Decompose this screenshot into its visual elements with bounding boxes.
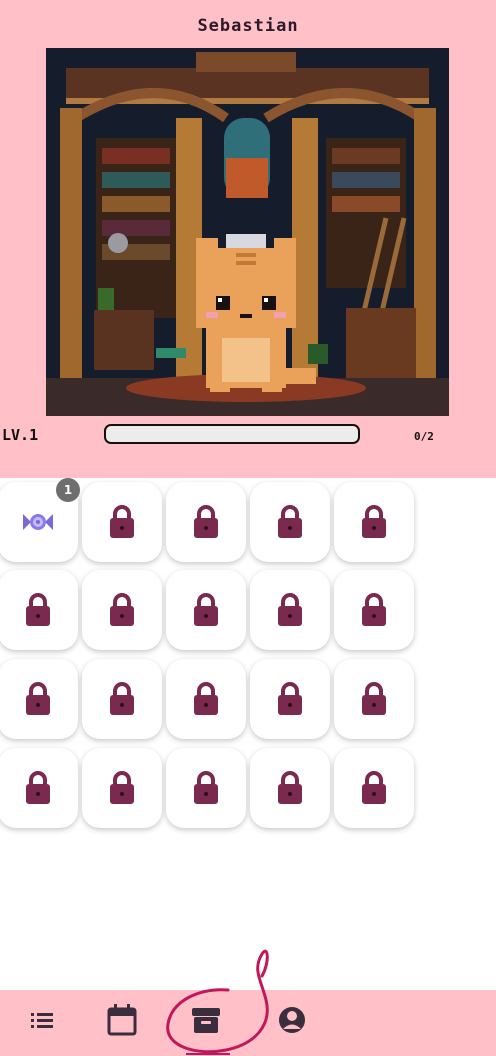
lock-icon [278,593,302,626]
locked-item-slot[interactable] [250,482,330,562]
locked-item-slot[interactable] [334,748,414,828]
locked-item-slot[interactable] [166,570,246,650]
locked-item-slot[interactable] [250,748,330,828]
lock-icon [110,505,134,538]
archive-box-icon [192,1008,220,1033]
locked-item-slot[interactable] [0,748,78,828]
locked-item-slot[interactable] [0,570,78,650]
lock-icon [362,682,386,715]
xp-count: 0/2 [414,430,434,443]
user-circle-icon [279,1007,305,1033]
locked-item-slot[interactable] [166,748,246,828]
lock-icon [362,771,386,804]
lock-icon [110,593,134,626]
lock-icon [194,505,218,538]
active-tab-indicator [186,1053,230,1055]
item-count-badge: 1 [56,478,80,502]
locked-item-slot[interactable] [250,570,330,650]
locked-item-slot[interactable] [166,482,246,562]
lock-icon [278,771,302,804]
locked-item-slot[interactable] [82,570,162,650]
pet-name: Sebastian [197,16,299,36]
locked-item-slot[interactable] [250,659,330,739]
locked-item-slot[interactable] [334,570,414,650]
lock-icon [362,505,386,538]
candy-icon [23,514,53,530]
list-icon [31,1013,53,1028]
locked-item-slot[interactable] [334,659,414,739]
item-slot-candy[interactable]: 1 [0,478,80,562]
nav-profile-button[interactable] [272,1000,312,1040]
calendar-icon [107,1004,137,1036]
level-label: LV.1 [2,426,39,444]
lock-icon [110,682,134,715]
bottom-nav [0,990,496,1056]
lock-icon [278,505,302,538]
xp-progress-bar [104,424,360,444]
locked-item-slot[interactable] [0,659,78,739]
lock-icon [278,682,302,715]
lock-icon [110,771,134,804]
nav-list-button[interactable] [22,1000,62,1040]
pet-panel: Sebastian LV.1 0/2 [0,0,496,478]
locked-item-slot[interactable] [82,482,162,562]
lock-icon [26,771,50,804]
locked-item-slot[interactable] [82,659,162,739]
lock-icon [362,593,386,626]
lock-icon [194,593,218,626]
lock-icon [26,593,50,626]
lock-icon [194,682,218,715]
locked-item-slot[interactable] [82,748,162,828]
pet-scene-image [46,48,449,416]
lock-icon [26,682,50,715]
locked-item-slot[interactable] [166,659,246,739]
nav-calendar-button[interactable] [102,1000,142,1040]
lock-icon [194,771,218,804]
nav-inventory-button[interactable] [186,1000,226,1040]
locked-item-slot[interactable] [334,482,414,562]
